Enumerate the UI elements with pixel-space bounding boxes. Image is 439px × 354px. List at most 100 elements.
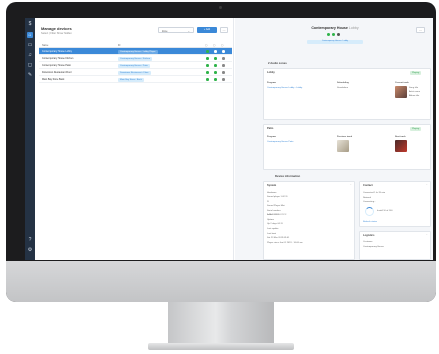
logistics-line: Contemporary House <box>363 246 384 248</box>
status-dot <box>214 71 217 74</box>
row-name: Main Bay Store Back <box>42 78 65 82</box>
list-filters[interactable]: Select | Filter Show hidden <box>41 32 72 35</box>
zone-select[interactable]: Zone ⌄ <box>158 27 194 33</box>
row-zone-pill[interactable]: Contemporary House • Lobby Player <box>118 49 158 54</box>
status-badge[interactable]: Playing <box>410 70 422 75</box>
logistics-line: Customer <box>363 241 373 243</box>
track-line: Song title <box>409 87 419 89</box>
device-detail-panel: Contemporary House Lobby Contemporary Ho… <box>235 18 433 260</box>
connection-line: Install 10 of 100 <box>377 210 393 212</box>
refresh-status-button[interactable]: Refresh status <box>363 221 377 223</box>
column-header-status-1: ▢ <box>205 43 208 47</box>
status-dot <box>214 64 217 67</box>
zone-card-lobby: Lobby Playing Program Contemporary House… <box>263 68 431 120</box>
device-zone-chip[interactable]: Contemporary House • Lobby <box>307 40 363 44</box>
table-row[interactable]: Downtown Restaurant Floor Downtown Resta… <box>39 69 232 76</box>
more-options-button[interactable]: ⋯ <box>220 27 228 33</box>
row-name: Contemporary House Lobby <box>42 50 72 54</box>
system-line: Sound player 1.02.11 <box>267 196 288 198</box>
system-line: AAAA-BBBB-CCCC <box>267 214 287 216</box>
status-dot <box>206 64 209 67</box>
status-badge[interactable]: Playing <box>410 126 422 131</box>
row-zone-pill[interactable]: Contemporary House • Kitchen <box>118 56 153 61</box>
status-dot <box>222 64 225 67</box>
program-link[interactable]: Contemporary House Lobby - Lobby <box>267 87 302 89</box>
program-label: Program <box>267 82 276 84</box>
column-header-id[interactable]: ID <box>118 44 120 47</box>
screen: $ ⌂ ▭ ♫ ◻ ✎ ? ⚙ Manage devices Select | … <box>25 18 433 260</box>
system-line: Serial number <box>267 210 281 212</box>
camera <box>219 6 222 9</box>
chevron-down-icon: ⌄ <box>187 29 190 33</box>
table-row[interactable]: Contemporary House Kitchen Contemporary … <box>39 55 232 62</box>
program-label: Program <box>267 136 276 138</box>
connection-line: Connecting... <box>363 201 376 203</box>
status-dot <box>214 78 217 81</box>
system-line: Last update <box>267 228 279 230</box>
current-track-label: Current track <box>395 82 409 84</box>
device-info-heading: Device information <box>275 174 301 178</box>
power-icon <box>337 33 340 36</box>
album-art <box>395 140 407 152</box>
status-dot <box>206 50 209 53</box>
devices-icon[interactable]: ▭ <box>27 42 33 48</box>
imac-chin <box>6 261 436 302</box>
music-icon[interactable]: ♫ <box>27 52 33 58</box>
next-track-label: Next track <box>395 136 406 138</box>
column-header-status-2: ▢ <box>213 43 216 47</box>
status-dot <box>222 50 225 53</box>
track-line: Artist name <box>409 91 421 93</box>
detail-menu-button[interactable]: ⋯ <box>416 27 425 33</box>
row-zone-pill[interactable]: Main Bay Store • Back <box>118 77 144 82</box>
add-device-button[interactable]: + Add <box>197 27 217 33</box>
previous-track-label: Previous track <box>337 136 353 138</box>
program-link[interactable]: Contemporary House Patio <box>267 141 293 143</box>
system-line: Uptime <box>267 219 274 221</box>
table-row[interactable]: Contemporary House Lobby Contemporary Ho… <box>39 48 232 55</box>
chevron-down-icon[interactable]: ⌄ <box>350 183 352 186</box>
scheduling-label: Scheduling <box>337 82 349 84</box>
chevron-down-icon[interactable]: ⌄ <box>426 183 428 186</box>
playing-icon <box>332 33 335 36</box>
logistics-title: Logistics <box>363 234 375 237</box>
gear-icon[interactable]: ⚙ <box>27 247 33 253</box>
home-icon[interactable]: ⌂ <box>27 32 33 38</box>
system-line: Sat 23 Mar 2019 09:41 <box>267 237 290 239</box>
status-dot <box>214 57 217 60</box>
system-line: Player since Jan 01 2019 · 10:00 am <box>267 242 303 244</box>
loading-spinner-icon <box>365 207 374 216</box>
chat-icon[interactable]: ◻ <box>27 62 33 68</box>
logo-icon[interactable]: $ <box>27 21 33 27</box>
connection-card: Contact ⌄ Connected 1 hr 20 min Network … <box>359 181 431 227</box>
status-dot <box>206 71 209 74</box>
table-row[interactable]: Main Bay Store Back Main Bay Store • Bac… <box>39 76 232 83</box>
column-header-name[interactable]: Name <box>42 44 48 47</box>
system-line: Hardware <box>267 192 277 194</box>
zone-card-patio: Patio Playing Program Contemporary House… <box>263 124 431 170</box>
help-icon[interactable]: ? <box>27 237 33 243</box>
column-header-status-3: ▢ <box>221 43 224 47</box>
row-zone-pill[interactable]: Contemporary House • Patio <box>118 63 150 68</box>
device-title-suffix: Lobby <box>348 26 359 30</box>
device-list-panel: Manage devices Select | Filter Show hidd… <box>36 18 234 260</box>
table-row[interactable]: Contemporary House Patio Contemporary Ho… <box>39 62 232 69</box>
device-title-text: Contemporary House <box>311 26 348 30</box>
logistics-card: Logistics ⌄ Customer Contemporary House <box>359 231 431 260</box>
device-title: Contemporary House Lobby <box>275 26 395 30</box>
system-line: Up 2 days 04:11 <box>267 223 283 225</box>
wrench-icon[interactable]: ✎ <box>27 72 33 78</box>
connection-title: Contact <box>363 184 373 187</box>
status-dot <box>206 57 209 60</box>
album-art <box>395 86 407 98</box>
status-dot <box>222 78 225 81</box>
imac-stand-foot <box>148 343 294 350</box>
track-line: Album title <box>409 95 420 97</box>
system-card: System ⌄ Hardware Sound player 1.02.11 P… <box>263 181 355 260</box>
sidebar-nav: $ ⌂ ▭ ♫ ◻ ✎ ? ⚙ <box>25 18 35 260</box>
zone-title: Lobby <box>267 71 275 74</box>
imac-monitor: $ ⌂ ▭ ♫ ◻ ✎ ? ⚙ Manage devices Select | … <box>6 2 436 302</box>
chevron-down-icon[interactable]: ⌄ <box>426 233 428 236</box>
row-zone-pill[interactable]: Downtown Restaurant • Floor <box>118 70 151 75</box>
status-dot <box>206 78 209 81</box>
row-name: Contemporary House Kitchen <box>42 57 74 61</box>
